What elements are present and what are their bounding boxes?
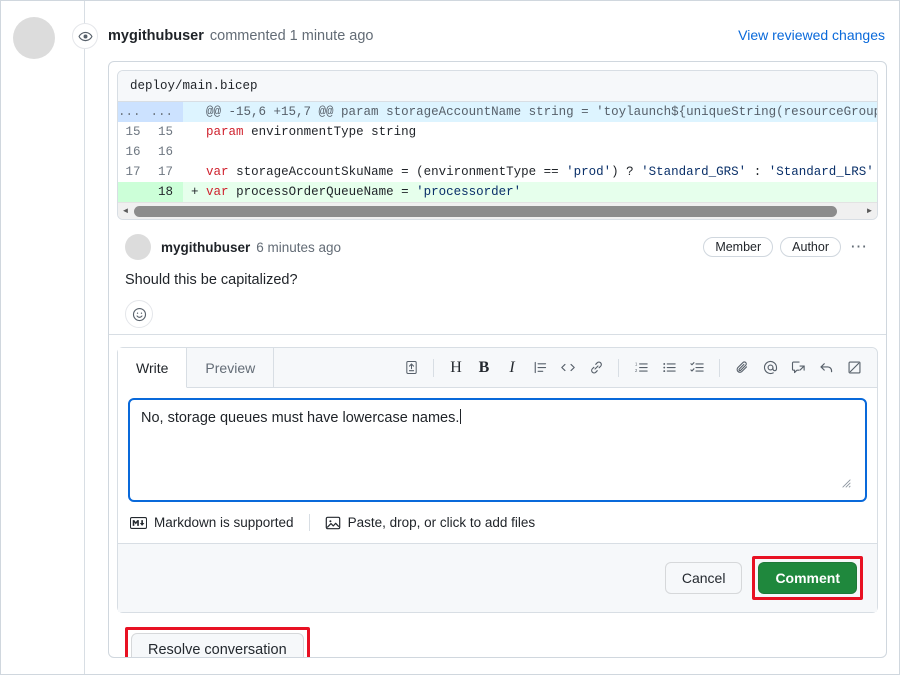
diff-new-line: 15	[158, 125, 174, 139]
scroll-right-arrow[interactable]: ►	[862, 207, 877, 215]
composer-tabs: Write Preview H B I 1 2	[118, 348, 877, 388]
diff-old-line: 16	[125, 145, 141, 159]
ordered-list-icon[interactable]: 1 2	[628, 354, 654, 382]
diff-old-line: 15	[125, 125, 141, 139]
fullscreen-icon[interactable]	[841, 354, 867, 382]
status-badge-author: Author	[780, 237, 841, 257]
diff-new-line: 16	[158, 145, 174, 159]
avatar	[13, 17, 55, 59]
comment-input[interactable]: No, storage queues must have lowercase n…	[128, 398, 867, 502]
diff-table: ...... @@ -15,6 +15,7 @@ param storageAc…	[118, 102, 877, 202]
comment-button[interactable]: Comment	[758, 562, 857, 594]
unordered-list-icon[interactable]	[656, 354, 682, 382]
tab-write[interactable]: Write	[118, 348, 188, 388]
comment-author: mygithubuser	[161, 239, 251, 255]
diff-row: 18 + var processOrderQueueName = 'process…	[118, 182, 877, 202]
reply-icon[interactable]	[813, 354, 839, 382]
svg-text:1: 1	[634, 361, 637, 366]
kebab-menu-icon[interactable]: ⋯	[848, 238, 870, 255]
diff-rows: ...... @@ -15,6 +15,7 @@ param storageAc…	[118, 102, 877, 202]
markdown-hint[interactable]: Markdown is supported	[130, 515, 294, 530]
code-icon[interactable]	[555, 354, 581, 382]
link-icon[interactable]	[583, 354, 609, 382]
scrollbar-thumb[interactable]	[134, 205, 838, 217]
attach-files-hint-label: Paste, drop, or click to add files	[347, 515, 536, 530]
diff-filename: deploy/main.bicep	[118, 71, 877, 102]
diff-row: ...... @@ -15,6 +15,7 @@ param storageAc…	[118, 102, 877, 122]
thread-action-text: commented 1 minute ago	[209, 28, 374, 44]
diff-code: var storageAccountSkuName = (environment…	[206, 165, 874, 179]
emoji-smiley-icon[interactable]	[125, 300, 153, 328]
mention-icon[interactable]	[757, 354, 783, 382]
image-icon	[325, 516, 340, 529]
scrollbar-track[interactable]	[133, 203, 862, 220]
comment-input-value: No, storage queues must have lowercase n…	[141, 410, 460, 426]
review-panel: deploy/main.bicep ...... @@ -15,6 +15,7 …	[108, 61, 887, 658]
status-badge-member: Member	[703, 237, 774, 257]
heading-icon[interactable]: H	[443, 354, 469, 382]
textarea-wrapper: No, storage queues must have lowercase n…	[118, 388, 877, 502]
comment-button-highlight: Comment	[752, 556, 863, 600]
comment-avatar	[125, 234, 151, 260]
diff-old-line: 17	[125, 165, 141, 179]
comment-composer: Write Preview H B I 1 2 No, storage queu…	[117, 347, 878, 613]
cancel-button[interactable]: Cancel	[664, 562, 743, 594]
comment-timestamp: 6 minutes ago	[256, 239, 342, 255]
attach-files-hint[interactable]: Paste, drop, or click to add files	[325, 515, 536, 531]
hint-divider	[308, 514, 310, 531]
resolve-area: Resolve conversation	[109, 613, 886, 657]
comment-body: Should this be capitalized?	[125, 272, 298, 288]
svg-text:2: 2	[634, 368, 637, 373]
composer-actions: Cancel Comment	[118, 543, 877, 612]
resolve-conversation-button[interactable]: Resolve conversation	[131, 633, 304, 657]
diff-code: + var processOrderQueueName = 'processor…	[183, 182, 877, 202]
diff-row: 17 17 var storageAccountSkuName = (enviro…	[118, 162, 877, 182]
scroll-left-arrow[interactable]: ◄	[118, 207, 133, 215]
attach-files-icon[interactable]	[729, 354, 755, 382]
comment-header: mygithubuser 6 minutes ago Member Author…	[125, 234, 870, 260]
toolbar-divider	[433, 358, 434, 377]
composer-hints: Markdown is supported Paste, drop, or cl…	[118, 502, 877, 543]
comment-badges: Member Author ⋯	[703, 237, 870, 257]
diff-code: @@ -15,6 +15,7 @@ param storageAccountNa…	[183, 102, 877, 122]
diff-row: 15 15 param environmentType string	[118, 122, 877, 142]
thread-author: mygithubuser	[108, 28, 204, 44]
tab-preview[interactable]: Preview	[187, 348, 275, 387]
resize-grip-icon[interactable]	[842, 479, 851, 488]
diff-code: param environmentType string	[206, 125, 417, 139]
thread-header: mygithubuser commented 1 minute ago View…	[108, 27, 885, 44]
toolbar-divider	[618, 358, 619, 377]
bold-icon[interactable]: B	[471, 354, 497, 382]
view-reviewed-changes-link[interactable]: View reviewed changes	[738, 27, 885, 43]
markdown-toolbar: H B I 1 2	[398, 348, 877, 387]
resolve-conversation-highlight: Resolve conversation	[125, 627, 310, 657]
diff-new-line: ...	[150, 102, 184, 122]
review-comment: mygithubuser 6 minutes ago Member Author…	[109, 220, 886, 335]
github-review-thread-page: mygithubuser commented 1 minute ago View…	[0, 0, 900, 675]
diff-old-line	[118, 182, 151, 202]
diff-horizontal-scrollbar[interactable]: ◄ ►	[118, 202, 877, 219]
diff-row: 16 16	[118, 142, 877, 162]
task-list-icon[interactable]	[684, 354, 710, 382]
italic-icon[interactable]: I	[499, 354, 525, 382]
timeline-rail	[84, 1, 85, 674]
diff-block: deploy/main.bicep ...... @@ -15,6 +15,7 …	[117, 70, 878, 220]
add-suggestion-icon[interactable]	[398, 354, 424, 382]
diff-code	[183, 142, 877, 162]
eye-icon	[72, 23, 98, 49]
quote-icon[interactable]	[527, 354, 553, 382]
diff-old-line: ...	[118, 102, 151, 122]
diff-new-line: 17	[158, 165, 174, 179]
saved-replies-icon[interactable]	[785, 354, 811, 382]
toolbar-divider	[719, 358, 720, 377]
markdown-hint-label: Markdown is supported	[154, 515, 294, 530]
text-caret	[460, 409, 462, 424]
markdown-icon	[130, 516, 147, 529]
diff-new-line: 18	[150, 182, 184, 202]
